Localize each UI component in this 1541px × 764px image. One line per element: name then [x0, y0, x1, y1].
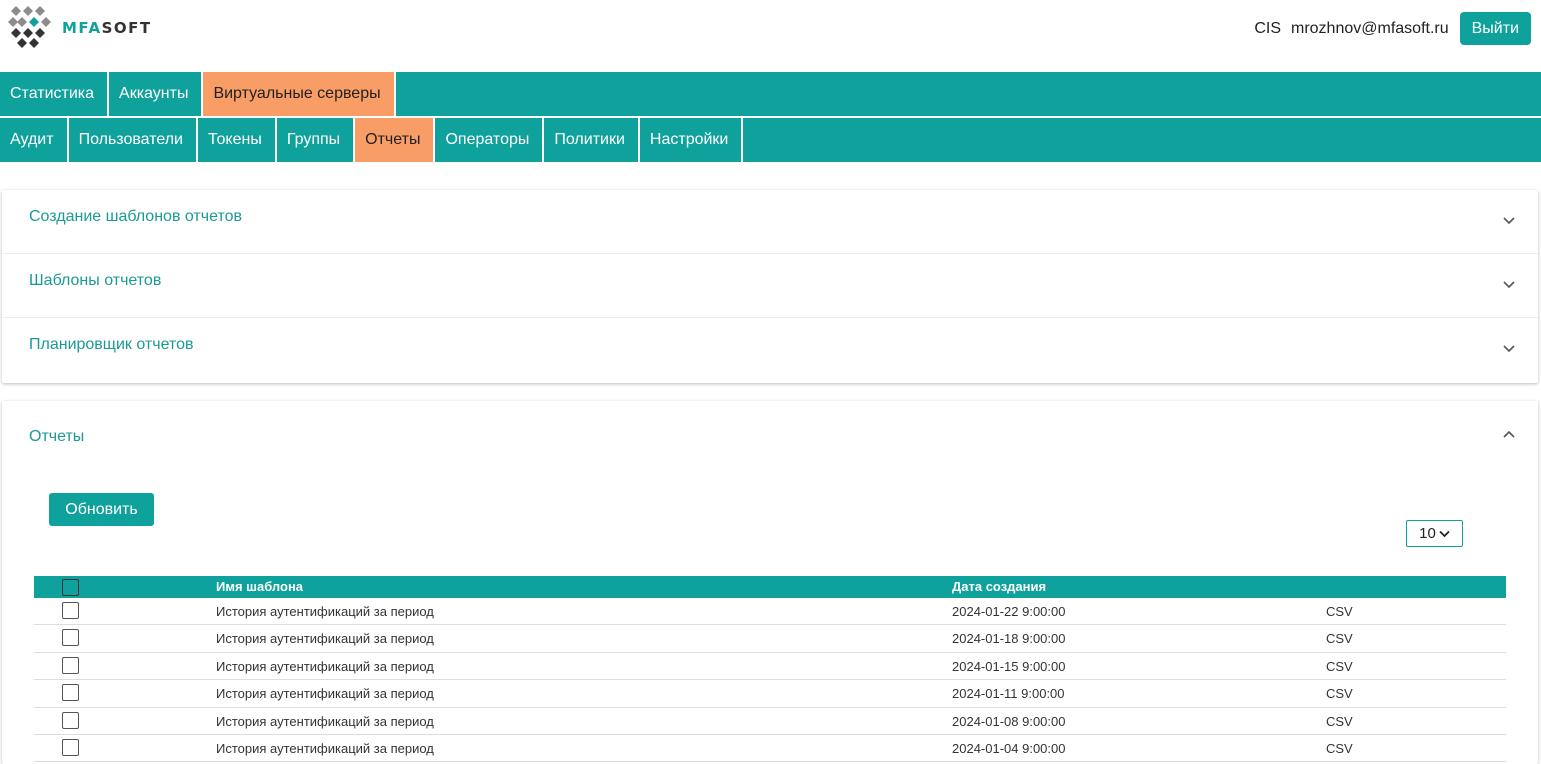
- user-email: mrozhnov@mfasoft.ru: [1291, 19, 1449, 37]
- column-header-name[interactable]: Имя шаблона: [216, 579, 303, 594]
- primary-nav: Статистика Аккаунты Виртуальные серверы: [0, 72, 1541, 116]
- row-checkbox[interactable]: [62, 738, 79, 756]
- row-checkbox[interactable]: [62, 684, 79, 702]
- cell-created-date: 2024-01-22 9:00:00: [952, 604, 1066, 619]
- secondary-nav: Аудит Пользователи Токены Группы Отчеты …: [0, 118, 1541, 162]
- reports-accordion: Создание шаблонов отчетов Шаблоны отчето…: [2, 190, 1538, 383]
- nav-item-users[interactable]: Пользователи: [69, 118, 198, 162]
- row-checkbox[interactable]: [62, 629, 79, 647]
- accordion-item-create-templates[interactable]: Создание шаблонов отчетов: [2, 190, 1538, 254]
- nav-item-operators[interactable]: Операторы: [435, 118, 545, 162]
- table-header: Имя шаблона Дата создания: [34, 576, 1506, 598]
- cell-template-name: История аутентификаций за период: [216, 631, 434, 647]
- cell-created-date: 2024-01-15 9:00:00: [952, 658, 1066, 674]
- chevron-down-icon: [1503, 345, 1515, 353]
- table-row[interactable]: История аутентификаций за период 2024-01…: [34, 735, 1506, 763]
- accordion-title: Шаблоны отчетов: [29, 272, 162, 289]
- accordion-item-scheduler[interactable]: Планировщик отчетов: [2, 318, 1538, 383]
- cell-template-name: История аутентификаций за период: [216, 604, 434, 619]
- refresh-button[interactable]: Обновить: [49, 493, 154, 526]
- nav-item-groups[interactable]: Группы: [277, 118, 356, 162]
- cell-format[interactable]: CSV: [1326, 686, 1353, 701]
- table-row[interactable]: История аутентификаций за период 2024-01…: [34, 653, 1506, 681]
- user-area: CIS mrozhnov@mfasoft.ru Выйти: [1254, 12, 1531, 45]
- table-row[interactable]: История аутентификаций за период 2024-01…: [34, 625, 1506, 653]
- table-row[interactable]: История аутентификаций за период 2024-01…: [34, 598, 1506, 626]
- select-all-checkbox[interactable]: [62, 579, 79, 596]
- cell-format[interactable]: CSV: [1326, 631, 1353, 646]
- cell-created-date: 2024-01-08 9:00:00: [952, 713, 1066, 729]
- page-size-value: 10: [1419, 525, 1436, 542]
- app-header: MFASOFT CIS mrozhnov@mfasoft.ru Выйти: [0, 0, 1541, 72]
- logo-diamonds-icon: [8, 6, 51, 48]
- nav-item-policies[interactable]: Политики: [544, 118, 640, 162]
- row-checkbox[interactable]: [62, 656, 79, 674]
- reports-table: Имя шаблона Дата создания История аутент…: [34, 576, 1506, 763]
- cell-format[interactable]: CSV: [1326, 604, 1353, 619]
- nav-item-audit[interactable]: Аудит: [0, 118, 69, 162]
- chevron-up-icon[interactable]: [1502, 427, 1516, 441]
- row-checkbox[interactable]: [62, 711, 79, 729]
- nav-item-accounts[interactable]: Аккаунты: [109, 72, 204, 116]
- nav-item-virtual-servers[interactable]: Виртуальные серверы: [203, 72, 396, 116]
- nav-item-statistics[interactable]: Статистика: [0, 72, 110, 116]
- nav-item-settings[interactable]: Настройки: [640, 118, 744, 162]
- cell-created-date: 2024-01-04 9:00:00: [952, 740, 1066, 756]
- page-size-select[interactable]: 10: [1406, 520, 1463, 547]
- nav-item-reports[interactable]: Отчеты: [355, 118, 436, 162]
- cell-format[interactable]: CSV: [1326, 714, 1353, 729]
- cell-template-name: История аутентификаций за период: [216, 686, 434, 702]
- reports-panel-title[interactable]: Отчеты: [29, 428, 84, 446]
- cell-template-name: История аутентификаций за период: [216, 740, 434, 756]
- table-row[interactable]: История аутентификаций за период 2024-01…: [34, 680, 1506, 708]
- cell-template-name: История аутентификаций за период: [216, 658, 434, 674]
- nav-item-tokens[interactable]: Токены: [198, 118, 277, 162]
- chevron-down-icon: [1503, 217, 1515, 225]
- cell-format[interactable]: CSV: [1326, 741, 1353, 756]
- accordion-item-templates[interactable]: Шаблоны отчетов: [2, 254, 1538, 318]
- logout-button[interactable]: Выйти: [1459, 12, 1531, 45]
- accordion-title: Создание шаблонов отчетов: [29, 208, 243, 225]
- reports-panel: Отчеты Обновить 10 Имя шаблона Дата созд…: [2, 401, 1538, 764]
- column-header-date[interactable]: Дата создания: [952, 579, 1046, 594]
- mfasoft-logo[interactable]: MFASOFT: [8, 6, 152, 50]
- organization-label: CIS: [1254, 19, 1281, 37]
- cell-template-name: История аутентификаций за период: [216, 713, 434, 729]
- cell-created-date: 2024-01-18 9:00:00: [952, 631, 1066, 647]
- cell-format[interactable]: CSV: [1326, 659, 1353, 674]
- chevron-down-icon: [1503, 281, 1515, 289]
- row-checkbox[interactable]: [62, 602, 79, 619]
- cell-created-date: 2024-01-11 9:00:00: [952, 686, 1065, 702]
- table-row[interactable]: История аутентификаций за период 2024-01…: [34, 708, 1506, 735]
- chevron-down-icon: [1439, 530, 1450, 537]
- logo-text: MFASOFT: [62, 19, 152, 37]
- accordion-title: Планировщик отчетов: [29, 336, 194, 353]
